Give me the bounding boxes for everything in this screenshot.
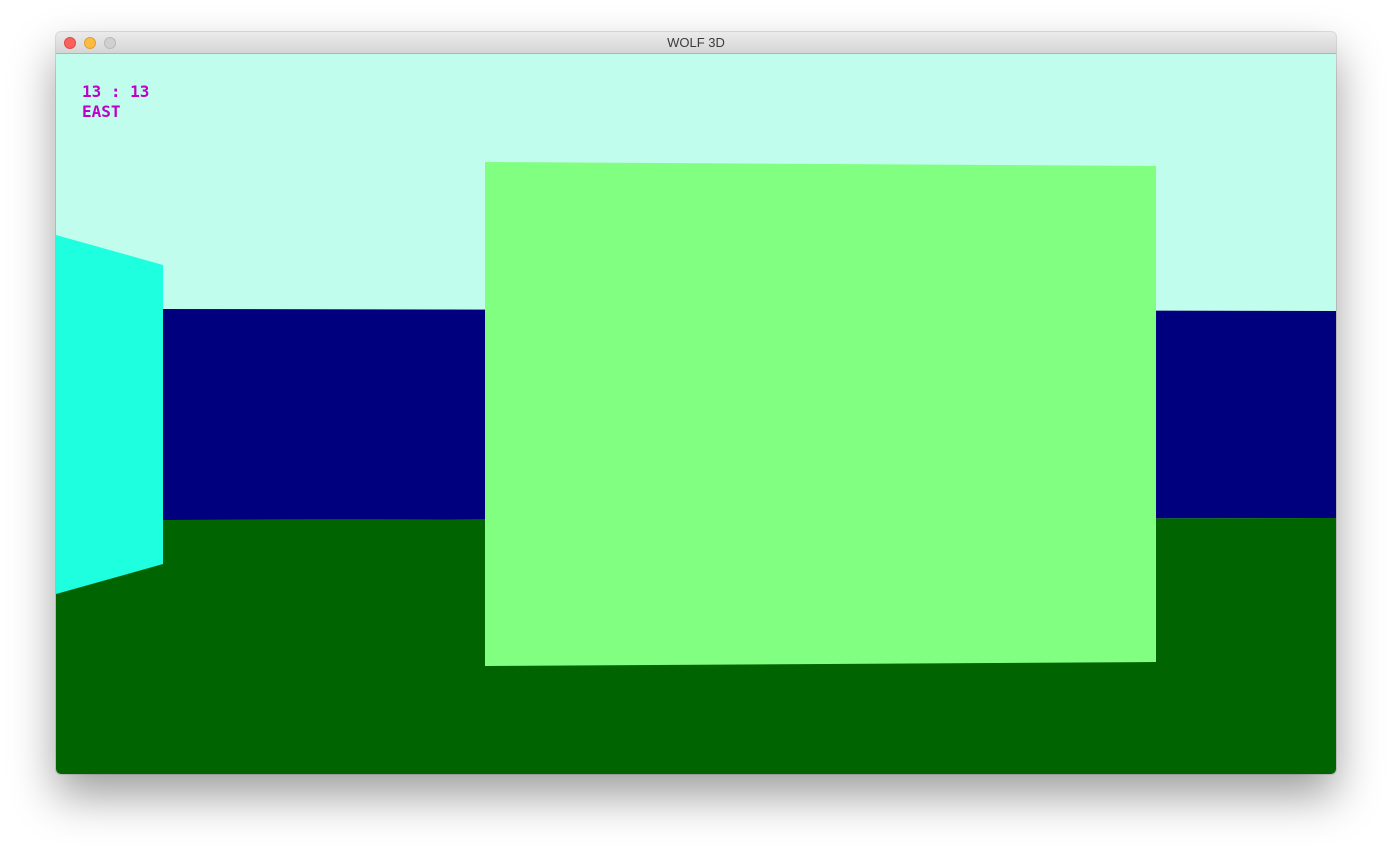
- window-title: WOLF 3D: [667, 35, 725, 50]
- direction-readout: EAST: [82, 102, 121, 121]
- raycast-scene: [56, 54, 1336, 774]
- hud: 13 : 13 EAST: [82, 82, 149, 122]
- coordinates-readout: 13 : 13: [82, 82, 150, 101]
- title-bar[interactable]: WOLF 3D: [56, 32, 1336, 54]
- game-window: WOLF 3D 13 : 13 EAST: [56, 32, 1336, 774]
- left-wall: [56, 235, 163, 594]
- game-viewport[interactable]: 13 : 13 EAST: [56, 54, 1336, 774]
- front-wall: [485, 162, 1156, 666]
